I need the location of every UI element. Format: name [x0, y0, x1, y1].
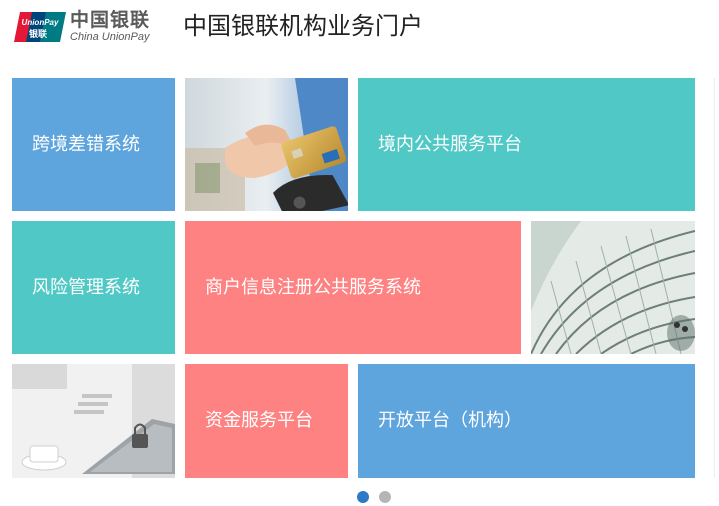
pager-dot-1[interactable]: [357, 491, 369, 503]
tile-open-platform-institution[interactable]: 开放平台（机构）: [358, 364, 695, 478]
header: UnionPay 银联 中国银联 China UnionPay 中国银联机构业务…: [0, 0, 719, 60]
svg-text:银联: 银联: [29, 28, 48, 40]
tile-label: 风险管理系统: [32, 276, 140, 298]
tile-label: 跨境差错系统: [32, 133, 140, 155]
unionpay-logo-icon[interactable]: UnionPay 银联: [14, 10, 66, 44]
svg-text:UnionPay: UnionPay: [22, 18, 59, 27]
scroll-edge: [714, 78, 719, 478]
tile-label: 资金服务平台: [205, 410, 313, 431]
logo-chinese-text: 中国银联: [70, 9, 151, 31]
architecture-photo: [531, 221, 695, 354]
tile-label: 开放平台（机构）: [378, 410, 522, 431]
page-title: 中国银联机构业务门户: [183, 12, 423, 40]
tile-risk-management-system[interactable]: 风险管理系统: [12, 221, 175, 354]
tile-cross-border-error-system[interactable]: 跨境差错系统: [12, 78, 175, 211]
carousel-pager: [0, 488, 719, 504]
card-payment-photo: [185, 78, 348, 211]
tile-fund-service-platform[interactable]: 资金服务平台: [185, 364, 348, 478]
tile-label: 境内公共服务平台: [378, 133, 522, 155]
pager-dot-2[interactable]: [379, 491, 391, 503]
logo-english-text: China UnionPay: [70, 31, 150, 43]
tile-label: 商户信息注册公共服务系统: [205, 276, 421, 298]
laptop-lock-photo: [12, 364, 175, 478]
tile-merchant-registration-system[interactable]: 商户信息注册公共服务系统: [185, 221, 521, 354]
tile-domestic-public-service-platform[interactable]: 境内公共服务平台: [358, 78, 695, 211]
